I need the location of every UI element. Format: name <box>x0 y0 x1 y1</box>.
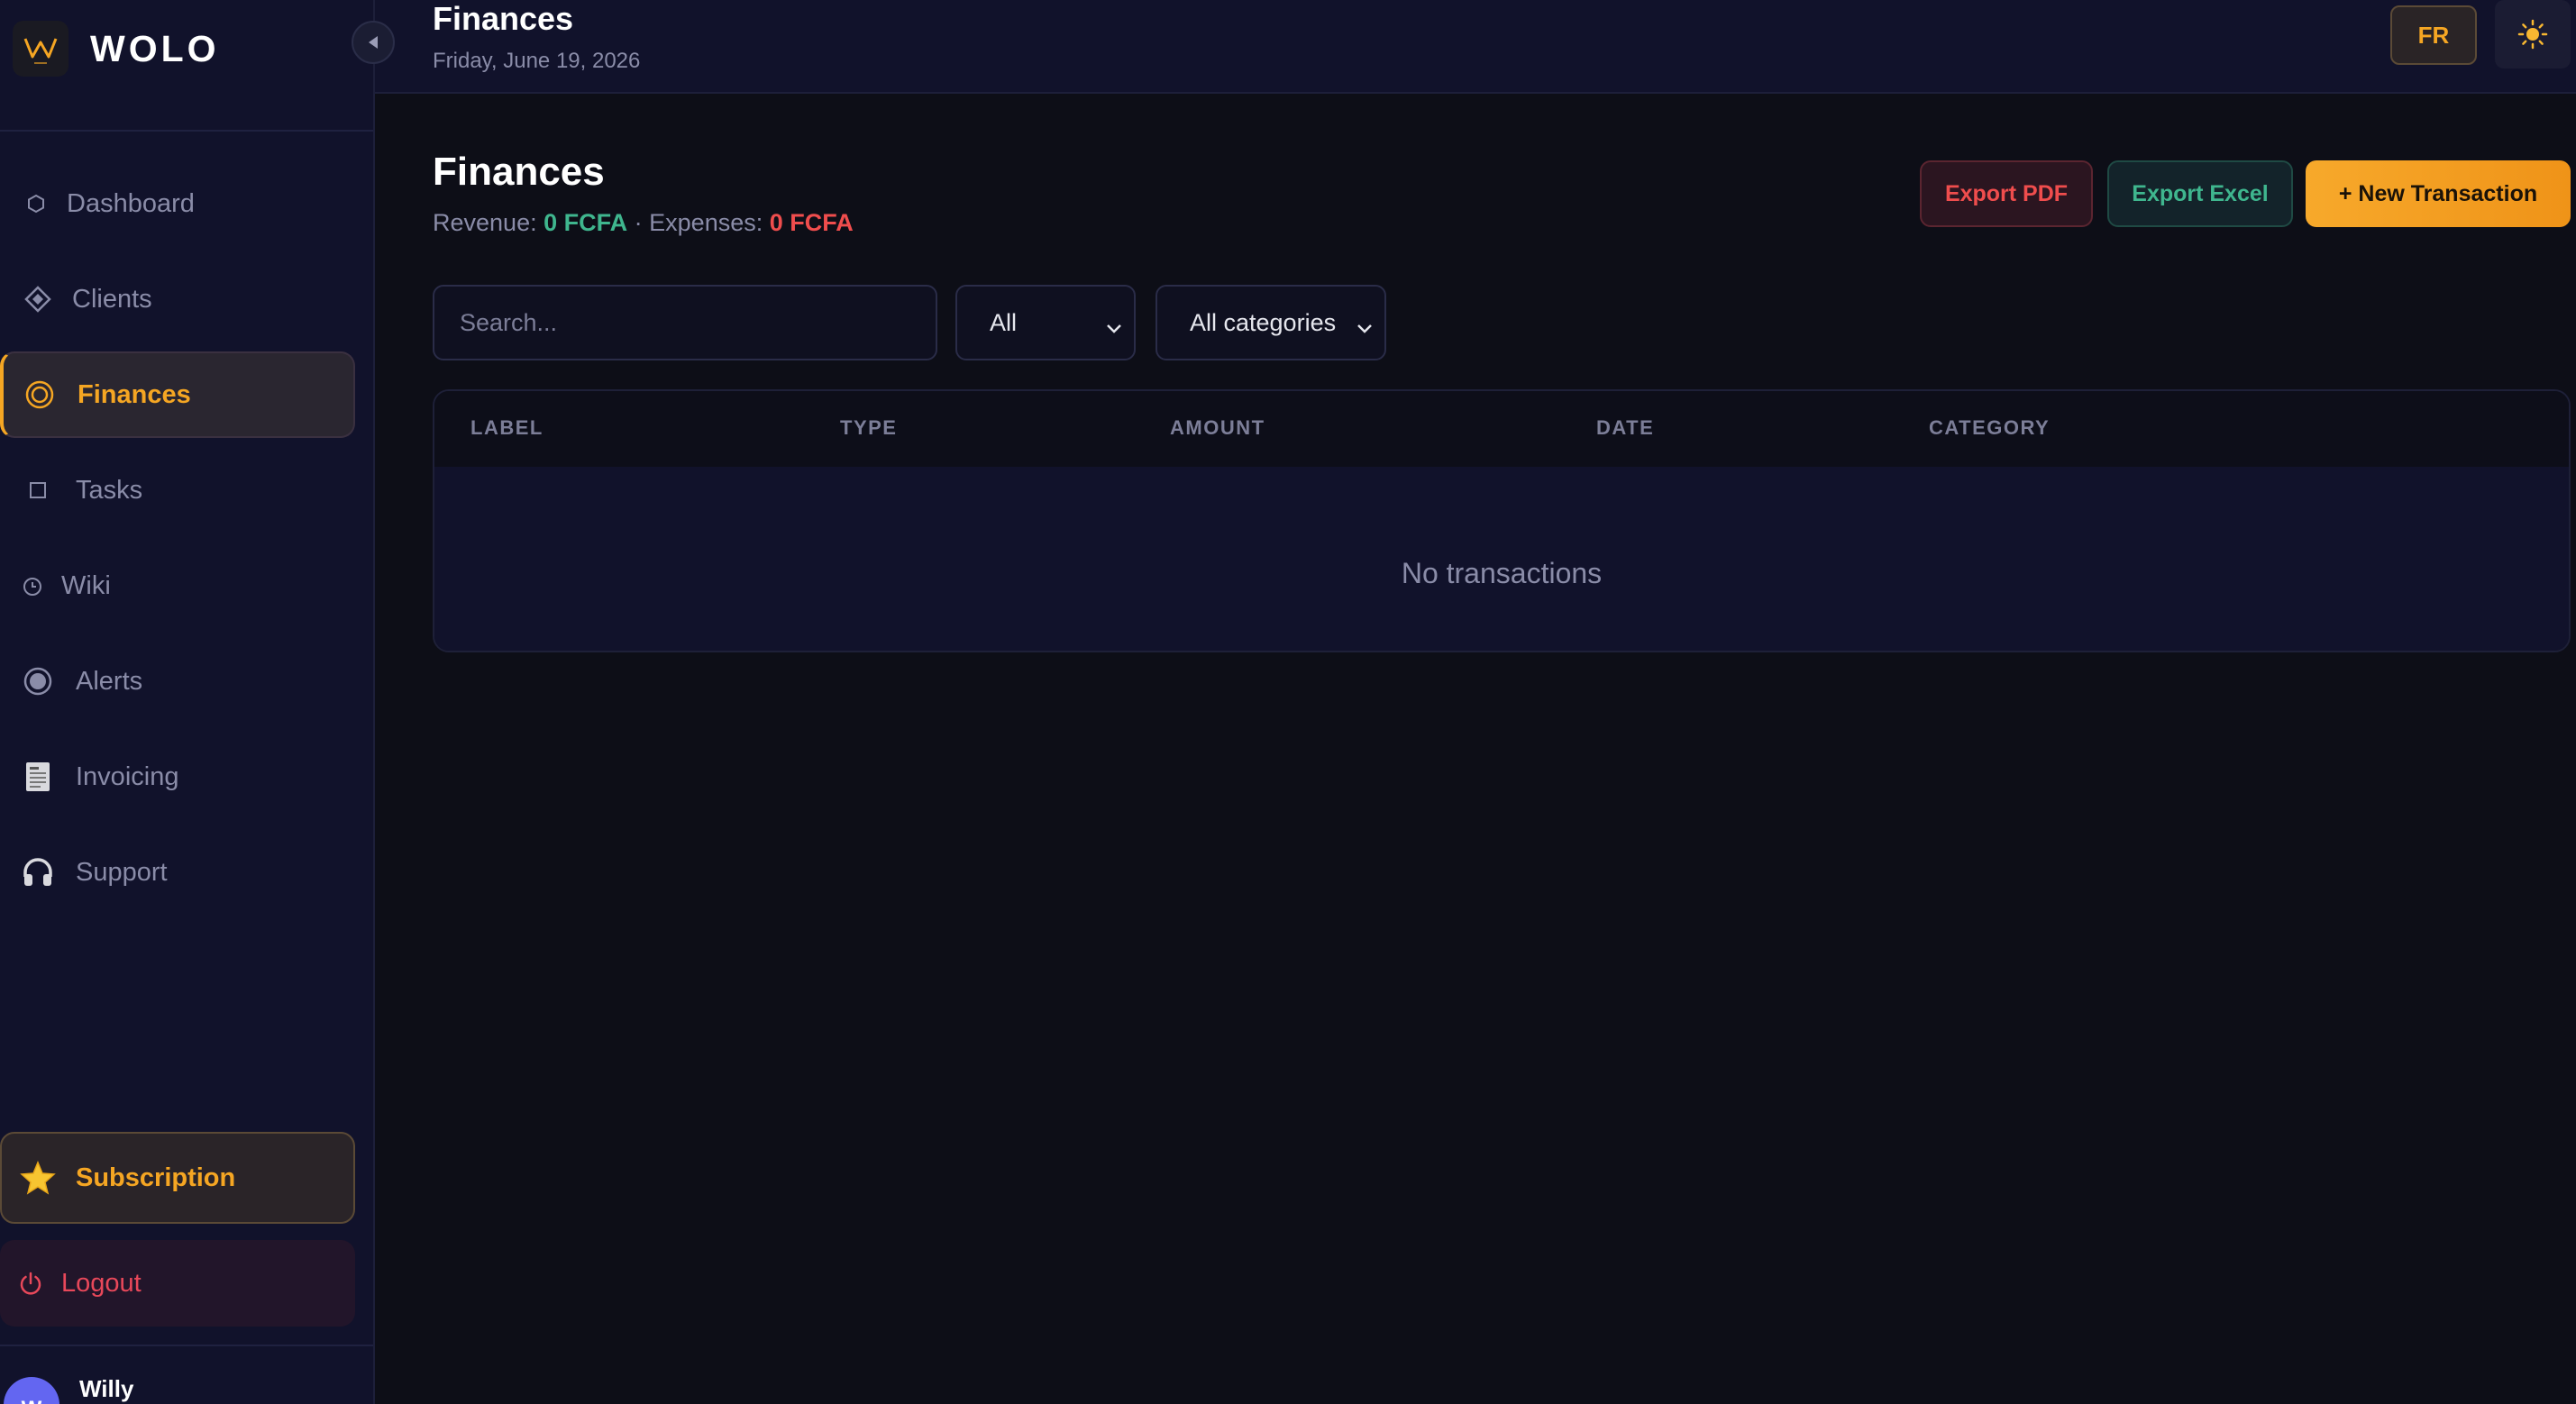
expenses-value: 0 FCFA <box>769 209 854 236</box>
sidebar-item-support[interactable]: Support <box>0 829 355 916</box>
sidebar-item-label: Invoicing <box>76 761 179 791</box>
sidebar-item-label: Support <box>76 857 168 887</box>
subscription-label: Subscription <box>76 1162 236 1192</box>
transactions-table: LABEL TYPE AMOUNT DATE CATEGORY No trans… <box>433 389 2571 652</box>
export-pdf-button[interactable]: Export PDF <box>1920 160 2093 227</box>
sidebar-item-label: Dashboard <box>67 188 195 218</box>
chevron-down-icon <box>1105 314 1123 342</box>
headphones-icon <box>20 857 56 888</box>
column-header-category[interactable]: CATEGORY <box>1929 416 2050 440</box>
chevron-left-icon <box>366 34 380 50</box>
column-header-amount[interactable]: AMOUNT <box>1170 416 1265 440</box>
square-icon <box>20 481 56 499</box>
collapse-sidebar-button[interactable] <box>352 21 395 64</box>
search-placeholder: Search... <box>460 308 558 336</box>
hexagon-icon <box>18 194 54 214</box>
subscription-button[interactable]: Subscription <box>0 1132 355 1224</box>
search-input[interactable]: Search... <box>433 285 937 360</box>
wolo-logo-icon <box>13 21 69 77</box>
column-header-date[interactable]: DATE <box>1596 416 1654 440</box>
top-header: Finances Friday, June 19, 2026 FR <box>375 0 2576 94</box>
sidebar-item-tasks[interactable]: Tasks <box>0 447 355 533</box>
sidebar-item-clients[interactable]: Clients <box>0 256 355 342</box>
sidebar-item-alerts[interactable]: Alerts <box>0 638 355 725</box>
brand[interactable]: WOLO <box>13 20 220 77</box>
power-icon <box>18 1271 43 1296</box>
user-name: Willy <box>79 1375 134 1402</box>
radio-icon <box>20 666 56 697</box>
chevron-down-icon <box>1356 314 1374 342</box>
sidebar-item-label: Finances <box>78 379 191 409</box>
sidebar-item-label: Alerts <box>76 666 143 696</box>
receipt-icon <box>20 761 56 793</box>
finance-summary: Revenue: 0 FCFA · Expenses: 0 FCFA <box>433 209 854 237</box>
sidebar: WOLO Dashboard Clients Finances Tasks Wi… <box>0 0 375 1404</box>
header-date: Friday, June 19, 2026 <box>433 49 641 73</box>
column-header-label[interactable]: LABEL <box>470 416 544 440</box>
type-filter-value: All <box>990 308 1018 336</box>
diamond-icon <box>20 286 56 313</box>
category-filter-value: All categories <box>1190 308 1337 336</box>
category-filter-select[interactable]: All categories <box>1156 285 1386 360</box>
theme-toggle-button[interactable] <box>2495 0 2571 68</box>
header-title: Finances <box>433 0 574 37</box>
expenses-label: Expenses: <box>649 209 763 236</box>
sidebar-divider <box>0 130 373 132</box>
sidebar-item-label: Tasks <box>76 475 143 505</box>
sidebar-item-invoicing[interactable]: Invoicing <box>0 734 355 820</box>
brand-name: WOLO <box>90 27 220 69</box>
logout-label: Logout <box>61 1268 142 1298</box>
table-header: LABEL TYPE AMOUNT DATE CATEGORY <box>434 391 2569 467</box>
revenue-label: Revenue: <box>433 209 537 236</box>
sidebar-item-dashboard[interactable]: Dashboard <box>0 160 355 247</box>
table-body: No transactions <box>434 467 2569 651</box>
sun-icon <box>2517 19 2548 50</box>
target-icon <box>22 379 58 410</box>
type-filter-select[interactable]: All <box>955 285 1136 360</box>
new-transaction-button[interactable]: + New Transaction <box>2306 160 2571 227</box>
export-excel-button[interactable]: Export Excel <box>2107 160 2293 227</box>
avatar[interactable]: W <box>4 1377 59 1404</box>
logout-button[interactable]: Logout <box>0 1240 355 1327</box>
language-toggle-button[interactable]: FR <box>2390 5 2477 65</box>
sidebar-item-label: Wiki <box>61 570 111 600</box>
column-header-type[interactable]: TYPE <box>840 416 897 440</box>
star-icon <box>20 1161 56 1195</box>
empty-state-text: No transactions <box>1401 557 1603 589</box>
sidebar-divider <box>0 1345 373 1346</box>
sidebar-item-wiki[interactable]: Wiki <box>0 542 355 629</box>
page-title: Finances <box>433 150 605 194</box>
clock-icon <box>14 575 50 597</box>
sidebar-item-finances[interactable]: Finances <box>0 351 355 438</box>
revenue-value: 0 FCFA <box>544 209 628 236</box>
summary-separator: · <box>634 209 643 236</box>
sidebar-item-label: Clients <box>72 284 152 314</box>
